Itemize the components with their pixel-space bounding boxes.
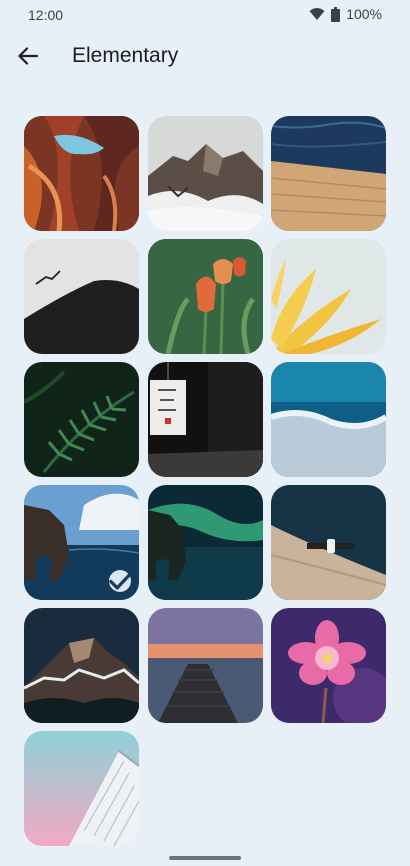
pier-sunset-image [147,608,263,723]
page-title: Elementary [72,44,179,67]
snowy-mountain-image [147,116,263,231]
wallpaper-lantern[interactable] [147,362,263,477]
arrow-back-icon [18,47,38,65]
dock-water-image [271,116,386,231]
wallpaper-snowy-mountain[interactable] [147,116,263,231]
building-sky-image [24,731,139,846]
wallpaper-pink-dahlia[interactable] [271,608,386,723]
wallpaper-tulips[interactable] [147,239,263,354]
yellow-leaves-image [271,239,386,354]
wallpaper-canyon[interactable] [24,116,139,231]
wallpaper-building-sky[interactable] [24,731,139,846]
home-indicator[interactable] [169,856,241,860]
wallpaper-dock-water[interactable] [271,116,386,231]
status-bar: 12:00 100% [0,0,410,30]
wallpaper-grid [24,116,386,846]
wifi-icon [309,8,325,20]
satellite-image [271,485,386,600]
wallpaper-sea-arch[interactable] [24,485,139,600]
wallpaper-fern[interactable] [24,362,139,477]
wallpaper-satellite[interactable] [271,485,386,600]
pink-dahlia-image [271,608,386,723]
tulips-image [147,239,263,354]
fern-image [24,362,139,477]
wallpaper-yellow-leaves[interactable] [271,239,386,354]
bird-hill-image [24,239,139,354]
wallpaper-aurora-arch[interactable] [147,485,263,600]
selected-check-badge [109,570,131,592]
battery-level: 100% [346,6,382,22]
wallpaper-pier-sunset[interactable] [147,608,263,723]
check-icon [109,572,131,590]
battery-icon [331,6,341,22]
canyon-image [24,116,139,231]
wallpaper-ocean-aerial[interactable] [271,362,386,477]
wallpaper-bird-hill[interactable] [24,239,139,354]
status-icons: 100% [309,6,382,22]
app-bar: Elementary [0,34,410,78]
ocean-aerial-image [271,362,386,477]
back-button[interactable] [12,40,44,72]
aurora-arch-image [147,485,263,600]
status-time: 12:00 [28,7,64,23]
half-dome-image [24,608,139,723]
wallpaper-half-dome[interactable] [24,608,139,723]
lantern-image [147,362,263,477]
